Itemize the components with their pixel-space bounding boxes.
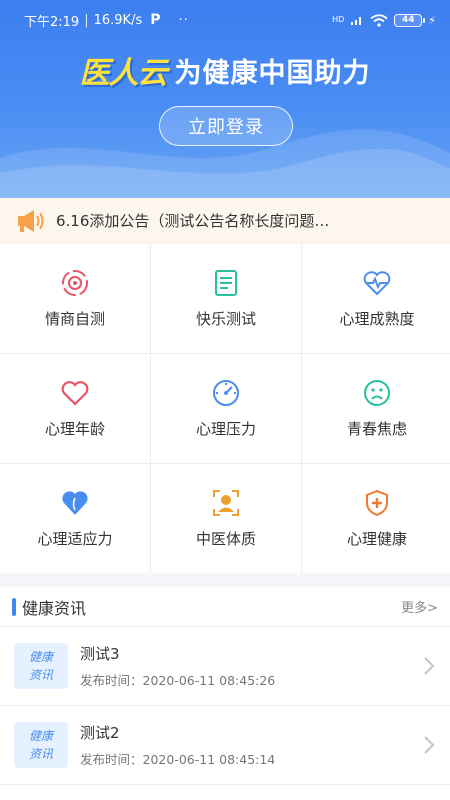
heart-solid-icon — [60, 488, 90, 518]
grid-item-eq-test[interactable]: 情商自测 — [0, 244, 150, 353]
heart-pulse-icon — [362, 268, 392, 298]
document-icon — [211, 268, 241, 298]
grid-item-label: 心理成熟度 — [339, 310, 415, 328]
chevron-right-icon — [424, 657, 435, 675]
grid-item-label: 青春焦虑 — [346, 420, 407, 438]
login-button[interactable]: 立即登录 — [159, 106, 293, 146]
app-screen: 下午2:19 | 16.9K/s P ·· HD 44 ⚡ 医人云 为健康中国助… — [0, 0, 450, 800]
header-banner: 下午2:19 | 16.9K/s P ·· HD 44 ⚡ 医人云 为健康中国助… — [0, 0, 450, 198]
news-item-time: 发布时间：2020-06-11 08:45:14 — [80, 752, 276, 767]
brand-row: 医人云 为健康中国助力 — [0, 48, 450, 92]
status-time: 下午2:19 — [24, 14, 80, 30]
charging-bolt-icon: ⚡ — [428, 13, 436, 27]
notice-bar[interactable]: 6.16添加公告（测试公告名称长度问题… — [0, 198, 450, 244]
news-item-title: 测试2 — [80, 724, 120, 742]
news-item-time: 发布时间：2020-06-11 08:45:26 — [80, 673, 276, 688]
heart-outline-icon — [60, 378, 90, 408]
more-notifications-icon: ·· — [178, 12, 189, 28]
thumb-text-line1: 健康 — [28, 650, 53, 664]
grid-item-label: 心理适应力 — [37, 530, 113, 548]
thumb-text-line1: 健康 — [28, 729, 53, 743]
status-network-speed: 16.9K/s — [93, 12, 143, 28]
news-list-item[interactable]: 健康 资讯 测试3 发布时间：2020-06-11 08:45:26 — [0, 627, 450, 706]
app-slogan: 为健康中国助力 — [174, 57, 371, 89]
doctor-scan-icon — [211, 488, 241, 518]
app-logo: 医人云 — [79, 56, 168, 91]
news-thumbnail: 健康 资讯 — [14, 722, 68, 768]
news-item-title: 测试3 — [80, 645, 120, 663]
parking-p-icon: P — [150, 12, 161, 28]
news-list-item[interactable]: 健康 资讯 测试2 发布时间：2020-06-11 08:45:14 — [0, 706, 450, 785]
grid-item-mental-age[interactable]: 心理年龄 — [0, 354, 150, 463]
chevron-right-icon — [424, 736, 435, 754]
signal-icon — [351, 17, 362, 25]
hd-signal-icon: HD — [332, 15, 345, 24]
thumb-text-line2: 资讯 — [28, 668, 53, 682]
grid-item-label: 心理健康 — [346, 530, 407, 548]
thumb-text-line2: 资讯 — [28, 747, 53, 761]
grid-item-stress[interactable]: 心理压力 — [151, 354, 301, 463]
section-accent-bar — [12, 597, 16, 616]
grid-item-adaptability[interactable]: 心理适应力 — [0, 464, 150, 573]
grid-item-label: 情商自测 — [44, 310, 105, 328]
grid-item-tcm-constitution[interactable]: 中医体质 — [151, 464, 301, 573]
megaphone-icon — [18, 209, 44, 232]
grid-item-label: 心理年龄 — [44, 420, 105, 438]
grid-item-maturity[interactable]: 心理成熟度 — [302, 244, 450, 353]
notice-text: 6.16添加公告（测试公告名称长度问题… — [56, 212, 330, 230]
gauge-icon — [211, 378, 241, 408]
battery-icon: 44 — [394, 13, 426, 27]
shield-plus-icon — [362, 488, 392, 518]
grid-item-label: 快乐测试 — [195, 310, 256, 328]
status-bar: 下午2:19 | 16.9K/s P ·· HD 44 ⚡ — [0, 0, 450, 40]
news-section-title: 健康资讯 — [22, 598, 87, 618]
grid-item-youth-anxiety[interactable]: 青春焦虑 — [302, 354, 450, 463]
news-section-header: 健康资讯 更多> — [0, 587, 450, 627]
section-divider — [0, 573, 450, 587]
wifi-icon — [370, 13, 388, 27]
target-icon — [60, 268, 90, 298]
status-separator: | — [84, 12, 89, 28]
grid-item-happiness-test[interactable]: 快乐测试 — [151, 244, 301, 353]
sad-face-icon — [362, 378, 392, 408]
grid-item-label: 心理压力 — [195, 420, 256, 438]
grid-item-mental-health[interactable]: 心理健康 — [302, 464, 450, 573]
news-thumbnail: 健康 资讯 — [14, 643, 68, 689]
grid-item-label: 中医体质 — [195, 530, 256, 548]
news-more-link[interactable]: 更多> — [401, 597, 438, 616]
feature-grid: 情商自测 快乐测试 心理成熟度 心理年龄 心理压力 青春焦虑 心理适应力 中医体… — [0, 244, 450, 573]
